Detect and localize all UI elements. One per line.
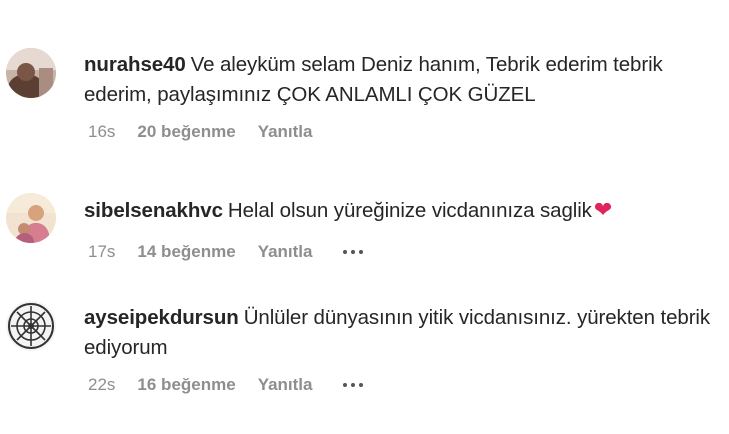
comment-time[interactable]: 22s: [88, 375, 115, 395]
reply-button[interactable]: Yanıtla: [258, 242, 313, 262]
reply-button[interactable]: Yanıtla: [258, 122, 313, 142]
avatar[interactable]: [6, 193, 56, 243]
comment-username[interactable]: nurahse40: [84, 53, 186, 76]
comment-body: Helal olsun yüreğinize vicdanınıza sagli…: [227, 199, 592, 222]
comment-time[interactable]: 16s: [88, 122, 115, 142]
comment-likes[interactable]: 20 beğenme: [137, 122, 235, 142]
comment-time[interactable]: 17s: [88, 242, 115, 262]
more-options-icon[interactable]: [342, 240, 363, 264]
more-options-icon[interactable]: [342, 373, 363, 397]
comment-likes[interactable]: 16 beğenme: [137, 375, 235, 395]
comment-text: nurahse40 Ve aleyküm selam Deniz hanım, T…: [84, 50, 724, 110]
comment-meta: 17s 14 beğenme Yanıtla: [88, 240, 363, 264]
reply-button[interactable]: Yanıtla: [258, 375, 313, 395]
comment-likes[interactable]: 14 beğenme: [137, 242, 235, 262]
avatar[interactable]: [6, 48, 56, 98]
avatar[interactable]: [6, 301, 56, 351]
comment-text: sibelsenakhvc Helal olsun yüreğinize vicd…: [84, 195, 724, 226]
comment-meta: 16s 20 beğenme Yanıtla: [88, 120, 335, 144]
heart-emoji-icon: ❤: [593, 197, 613, 222]
comment-meta: 22s 16 beğenme Yanıtla: [88, 373, 363, 397]
comment-username[interactable]: sibelsenakhvc: [84, 199, 223, 222]
comment-text: ayseipekdursun Ünlüler dünyasının yitik v…: [84, 303, 724, 363]
comment-username[interactable]: ayseipekdursun: [84, 306, 239, 329]
